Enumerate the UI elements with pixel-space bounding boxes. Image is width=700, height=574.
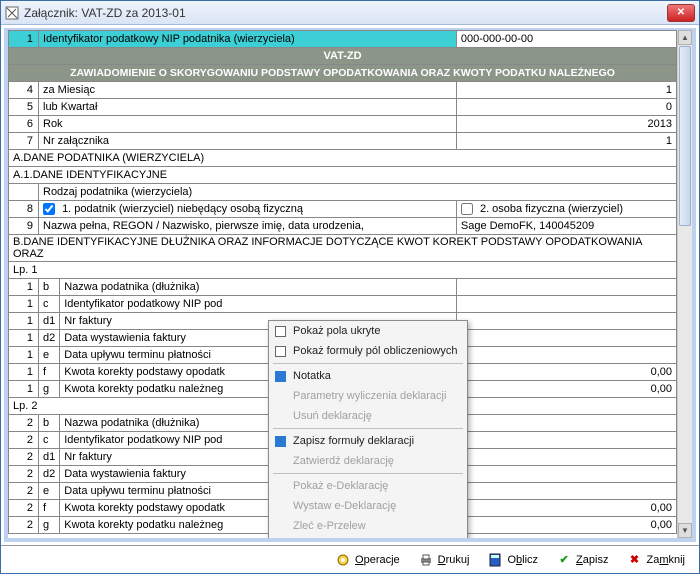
note-icon xyxy=(275,371,286,382)
section-a1: A.1.DANE IDENTYFIKACYJNE xyxy=(9,167,677,184)
row-kwartal: 5 lub Kwartał 0 xyxy=(9,99,677,116)
menu-usun: Usuń deklarację xyxy=(269,406,467,426)
zapisz-button[interactable]: ✔ Zapisz xyxy=(548,551,616,569)
menu-pokaz-ukryte[interactable]: Pokaż pola ukryte xyxy=(269,321,467,341)
row-nrzal: 7 Nr załącznika 1 xyxy=(9,133,677,150)
menu-separator xyxy=(273,473,463,474)
row-rodzaj: 8 1. podatnik (wierzyciel) niebędący oso… xyxy=(9,201,677,218)
scroll-thumb[interactable] xyxy=(679,46,691,226)
row-miesiac: 4 za Miesiąc 1 xyxy=(9,82,677,99)
menu-pokaz-formuly[interactable]: Pokaż formuły pól obliczeniowych xyxy=(269,341,467,361)
gear-icon xyxy=(335,553,351,567)
menu-zatwierdz: Zatwierdź deklarację xyxy=(269,451,467,471)
menu-notatka[interactable]: Notatka xyxy=(269,366,467,386)
header-vatzd: VAT-ZD xyxy=(9,48,677,65)
scrollbar-vertical[interactable]: ▲ ▼ xyxy=(677,30,692,538)
checkbox-niebedacy[interactable] xyxy=(43,203,55,215)
checkbox-icon xyxy=(275,346,286,357)
opt1-label: 1. podatnik (wierzyciel) niebędący osobą… xyxy=(62,203,303,215)
menu-separator xyxy=(273,363,463,364)
close-x-icon: ✖ xyxy=(626,553,642,567)
field-num: 1 xyxy=(9,31,39,48)
section-b: B.DANE IDENTYFIKACYJNE DŁUŻNIKA ORAZ INF… xyxy=(9,235,677,262)
row-nazwa: 9 Nazwa pełna, REGON / Nazwisko, pierwsz… xyxy=(9,218,677,235)
content-area: 1 Identyfikator podatkowy NIP podatnika … xyxy=(4,28,696,542)
menu-zapisz-formuly[interactable]: Zapisz formuły deklaracji xyxy=(269,431,467,451)
window-title: Załącznik: VAT-ZD za 2013-01 xyxy=(24,6,667,20)
menu-zlec-eprzelew: Zleć e-Przelew xyxy=(269,516,467,536)
rodzaj-label: Rodzaj podatnika (wierzyciela) xyxy=(39,184,677,201)
titlebar[interactable]: Załącznik: VAT-ZD za 2013-01 ✕ xyxy=(1,1,699,25)
menu-separator xyxy=(273,538,463,539)
opt2-label: 2. osoba fizyczna (wierzyciel) xyxy=(480,203,623,215)
lp1: Lp. 1 xyxy=(9,262,677,279)
menu-pobierz-vatzd[interactable]: Pobierz dane dla VAT-ZD xyxy=(269,541,467,542)
menu-separator xyxy=(273,428,463,429)
bottom-toolbar: OOperacjeperacje Drukuj Oblicz ✔ Zapisz … xyxy=(1,545,699,573)
oblicz-button[interactable]: Oblicz xyxy=(479,551,546,569)
context-menu: Pokaż pola ukryte Pokaż formuły pól obli… xyxy=(268,320,468,542)
row-nip: 1 Identyfikator podatkowy NIP podatnika … xyxy=(9,31,677,48)
save-icon xyxy=(275,436,286,447)
window-frame: Załącznik: VAT-ZD za 2013-01 ✕ 1 Identyf… xyxy=(0,0,700,574)
app-icon xyxy=(5,6,19,20)
menu-parametry: Parametry wyliczenia deklaracji xyxy=(269,386,467,406)
header-notice: ZAWIADOMIENIE O SKORYGOWANIU PODSTAWY OP… xyxy=(9,65,677,82)
close-button[interactable]: ✕ xyxy=(667,4,695,22)
zamknij-button[interactable]: ✖ Zamknij xyxy=(618,551,693,569)
checkbox-icon xyxy=(275,326,286,337)
operacje-button[interactable]: OOperacjeperacje xyxy=(327,551,408,569)
section-a: A.DANE PODATNIKA (WIERZYCIELA) xyxy=(9,150,677,167)
drukuj-button[interactable]: Drukuj xyxy=(410,551,478,569)
row-rok: 6 Rok 2013 xyxy=(9,116,677,133)
scroll-down-icon[interactable]: ▼ xyxy=(678,523,692,538)
check-icon: ✔ xyxy=(556,553,572,567)
scroll-up-icon[interactable]: ▲ xyxy=(678,30,692,45)
field-label: Identyfikator podatkowy NIP podatnika (w… xyxy=(39,31,457,48)
menu-pokaz-edekl: Pokaż e-Deklarację xyxy=(269,476,467,496)
menu-wystaw-edekl: Wystaw e-Deklarację xyxy=(269,496,467,516)
printer-icon xyxy=(418,553,434,567)
field-value[interactable]: 000-000-00-00 xyxy=(456,31,676,48)
checkbox-fizyczna[interactable] xyxy=(461,203,473,215)
calculator-icon xyxy=(487,553,503,567)
